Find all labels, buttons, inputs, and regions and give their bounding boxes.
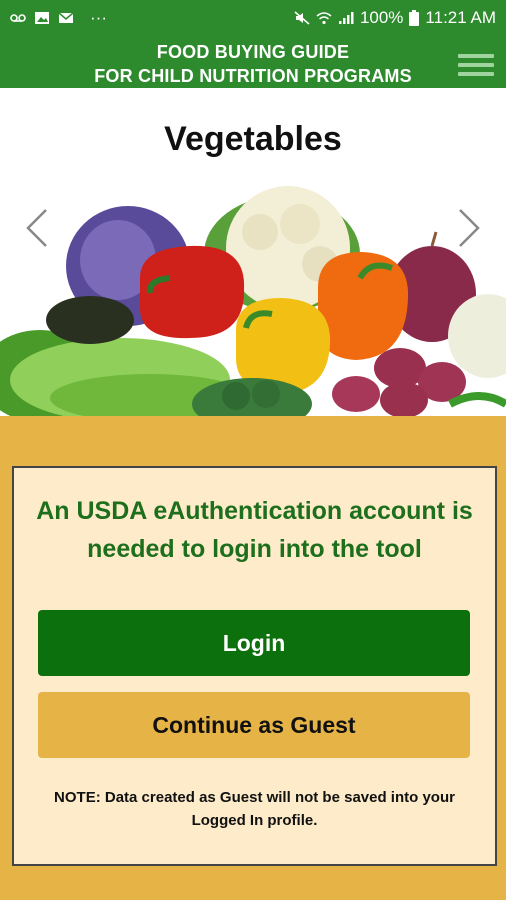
eauth-message: An USDA eAuthentication account is neede… <box>36 497 473 563</box>
status-bar: ··· 100% 11:21 AM <box>0 0 506 36</box>
login-panel: An USDA eAuthentication account is neede… <box>12 466 497 866</box>
vegetables-image <box>0 186 506 416</box>
battery-icon <box>409 10 420 26</box>
app-bar: FOOD BUYING GUIDE FOR CHILD NUTRITION PR… <box>0 36 506 88</box>
signal-icon <box>338 12 354 24</box>
guest-note: NOTE: Data created as Guest will not be … <box>54 789 455 829</box>
mute-icon <box>294 11 310 25</box>
menu-icon[interactable] <box>458 50 494 80</box>
image-icon <box>35 12 49 24</box>
system-icons: 100% 11:21 AM <box>294 8 496 28</box>
food-category-carousel[interactable]: Vegetables <box>0 88 506 416</box>
login-button[interactable]: Login <box>38 610 470 676</box>
continue-as-guest-button[interactable]: Continue as Guest <box>38 692 470 758</box>
app-title: FOOD BUYING GUIDE FOR CHILD NUTRITION PR… <box>40 40 466 88</box>
mail-icon <box>58 12 74 23</box>
clock: 11:21 AM <box>425 8 496 27</box>
notification-icons: ··· <box>10 8 107 28</box>
more-notifications: ··· <box>90 8 107 27</box>
chevron-left-icon[interactable] <box>22 206 52 250</box>
chevron-right-icon[interactable] <box>454 206 484 250</box>
app-title-line1: FOOD BUYING GUIDE <box>156 42 350 62</box>
battery-percent: 100% <box>359 8 404 27</box>
wifi-icon <box>316 12 332 25</box>
voicemail-icon <box>10 14 26 22</box>
carousel-title: Vegetables <box>164 120 342 158</box>
app-title-line2: FOR CHILD NUTRITION PROGRAMS <box>94 66 412 86</box>
